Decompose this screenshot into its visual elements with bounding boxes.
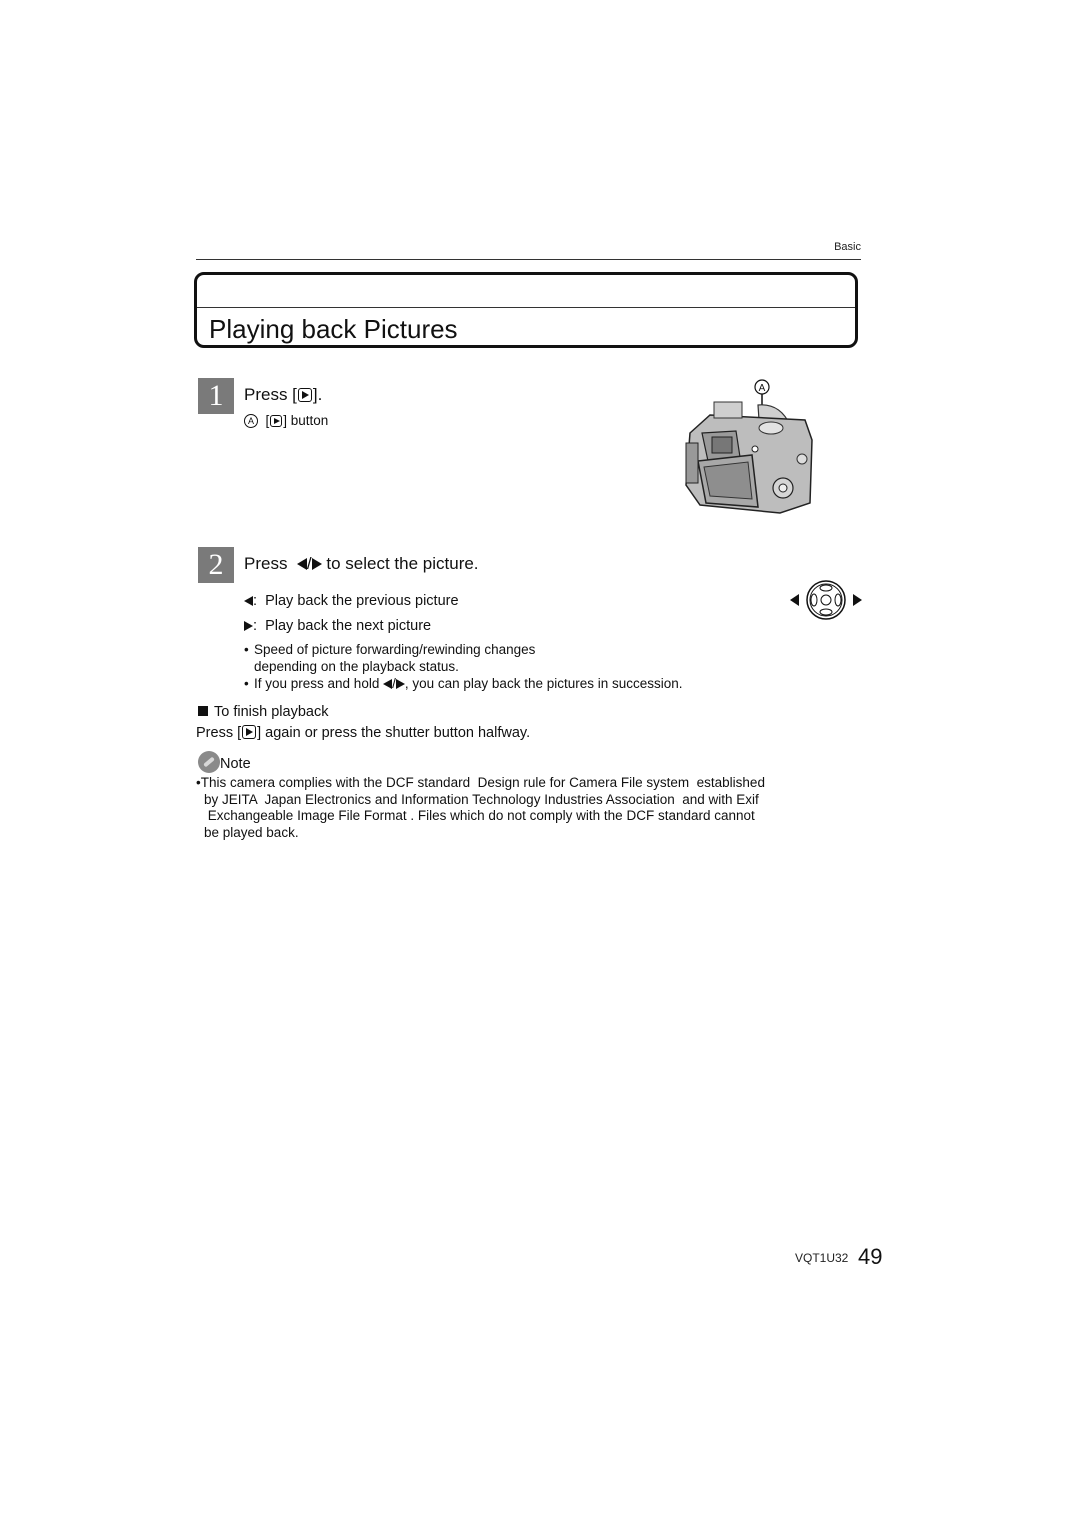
item-text: : Play back the next picture <box>253 618 432 634</box>
step-1-title-suffix: ]. <box>312 385 323 404</box>
finish-instruction: Press [ ] again or press the shutter butt… <box>196 725 530 741</box>
finish-heading: To finish playback <box>198 704 328 720</box>
bullet-text: depending on the playback status. <box>254 659 459 674</box>
step-2-item-next: : Play back the next picture <box>244 618 431 634</box>
title-box: Playing back Pictures <box>194 272 858 348</box>
callout-text-suffix: ] button <box>283 413 329 428</box>
note-label: Note <box>220 756 251 772</box>
note-line: by JEITA Japan Electronics and Informati… <box>204 791 759 807</box>
step-2-title-prefix: Press <box>244 554 288 573</box>
note-line: Exchangeable Image File Format . Files w… <box>204 808 755 823</box>
note-body: •This camera complies with the DCF stand… <box>196 775 765 840</box>
note-line: This camera complies with the DCF standa… <box>200 775 765 790</box>
left-arrow-icon <box>383 679 393 689</box>
cursor-buttons-icon <box>790 580 862 620</box>
step-2-title-suffix: to select the picture. <box>326 554 479 573</box>
step-2-item-previous: : Play back the previous picture <box>244 593 459 609</box>
note-header: Note <box>198 751 251 773</box>
page-number: 49 <box>858 1244 883 1269</box>
playback-button-icon <box>297 388 312 402</box>
bullet-text: If you press and hold <box>254 676 380 691</box>
left-arrow-icon <box>244 596 253 606</box>
bullet-text: , you can play back the pictures in succ… <box>404 676 683 691</box>
bullet-speed: • Speed of picture forwarding/rewinding c… <box>244 641 535 675</box>
header-divider <box>196 259 861 260</box>
bullet-text: Speed of picture forwarding/rewinding ch… <box>254 642 536 657</box>
finish-heading-text: To finish playback <box>214 704 329 720</box>
step-1-callout: A [ ] button <box>244 413 328 428</box>
bullet-press-hold: • If you press and hold /, you can play b… <box>244 676 683 691</box>
right-arrow-icon <box>395 679 405 689</box>
page-title: Playing back Pictures <box>209 314 458 344</box>
step-1-title-prefix: Press [ <box>244 385 297 404</box>
bullet-icon: • <box>244 676 249 691</box>
step-number-1: 1 <box>198 378 234 414</box>
callout-letter-a: A <box>244 414 258 428</box>
finish-text-suffix: ] again or press the shutter button half… <box>257 725 531 741</box>
playback-button-icon <box>270 415 283 427</box>
bullet-icon: • <box>244 642 249 657</box>
item-text: : Play back the previous picture <box>253 593 459 609</box>
note-line: be played back. <box>204 824 299 840</box>
figure-callout-a: A <box>759 383 766 394</box>
title-box-divider <box>197 307 855 308</box>
square-bullet-icon <box>198 706 208 716</box>
pencil-note-icon <box>198 751 220 773</box>
playback-button-icon <box>242 725 257 739</box>
step-1-title: Press []. <box>244 385 322 405</box>
right-arrow-icon <box>244 621 253 631</box>
camera-rear-view-icon: A <box>685 379 813 514</box>
section-label: Basic <box>834 241 861 253</box>
left-arrow-icon <box>296 558 307 570</box>
right-arrow-icon <box>311 558 322 570</box>
callout-text-prefix: [ <box>265 413 270 428</box>
step-2-title: Press / to select the picture. <box>244 554 479 573</box>
camera-illustration: A <box>680 375 820 515</box>
document-code: VQT1U32 <box>795 1251 849 1265</box>
step-number-2: 2 <box>198 547 234 583</box>
finish-text-prefix: Press [ <box>196 725 242 741</box>
cursor-pad-illustration <box>790 578 862 622</box>
